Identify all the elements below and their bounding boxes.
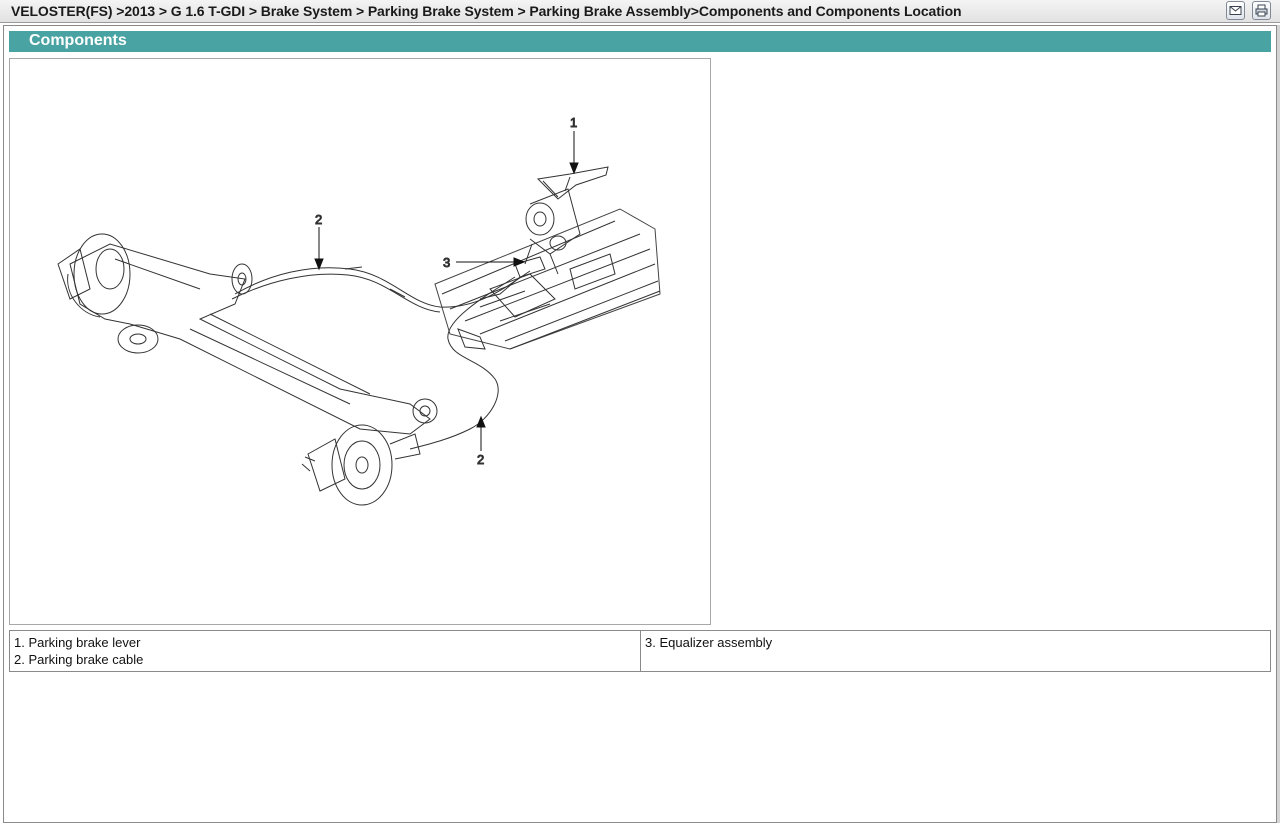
parking-brake-cable-drawing <box>231 266 531 450</box>
legend-item: 1. Parking brake lever <box>14 635 141 650</box>
right-brake-assembly-drawing <box>301 424 421 506</box>
mail-icon <box>1229 6 1242 15</box>
legend-item: 3. Equalizer assembly <box>645 635 773 650</box>
section-header: Components <box>9 31 1271 52</box>
callout-3: 3 <box>443 255 450 270</box>
legend-column-left: 1. Parking brake lever 2. Parking brake … <box>10 631 641 671</box>
callout-2-bottom: 2 <box>477 452 484 467</box>
section-title: Components <box>29 32 127 49</box>
email-button[interactable] <box>1226 1 1245 20</box>
print-icon <box>1255 4 1268 17</box>
title-bar: VELOSTER(FS) >2013 > G 1.6 T-GDI > Brake… <box>0 0 1280 23</box>
breadcrumb: VELOSTER(FS) >2013 > G 1.6 T-GDI > Brake… <box>11 3 962 19</box>
floor-pan-drawing <box>434 208 661 350</box>
rear-axle-drawing <box>69 243 438 435</box>
callout-2-top: 2 <box>315 212 322 227</box>
components-legend: 1. Parking brake lever 2. Parking brake … <box>9 630 1271 672</box>
legend-item: 2. Parking brake cable <box>14 652 144 667</box>
legend-column-right: 3. Equalizer assembly <box>641 631 1270 671</box>
parking-brake-diagram: 1 2 3 2 <box>57 115 661 506</box>
left-brake-assembly-drawing <box>57 233 159 354</box>
print-button[interactable] <box>1252 1 1271 20</box>
callout-1: 1 <box>570 115 577 130</box>
components-figure: 1 2 3 2 <box>9 58 711 625</box>
